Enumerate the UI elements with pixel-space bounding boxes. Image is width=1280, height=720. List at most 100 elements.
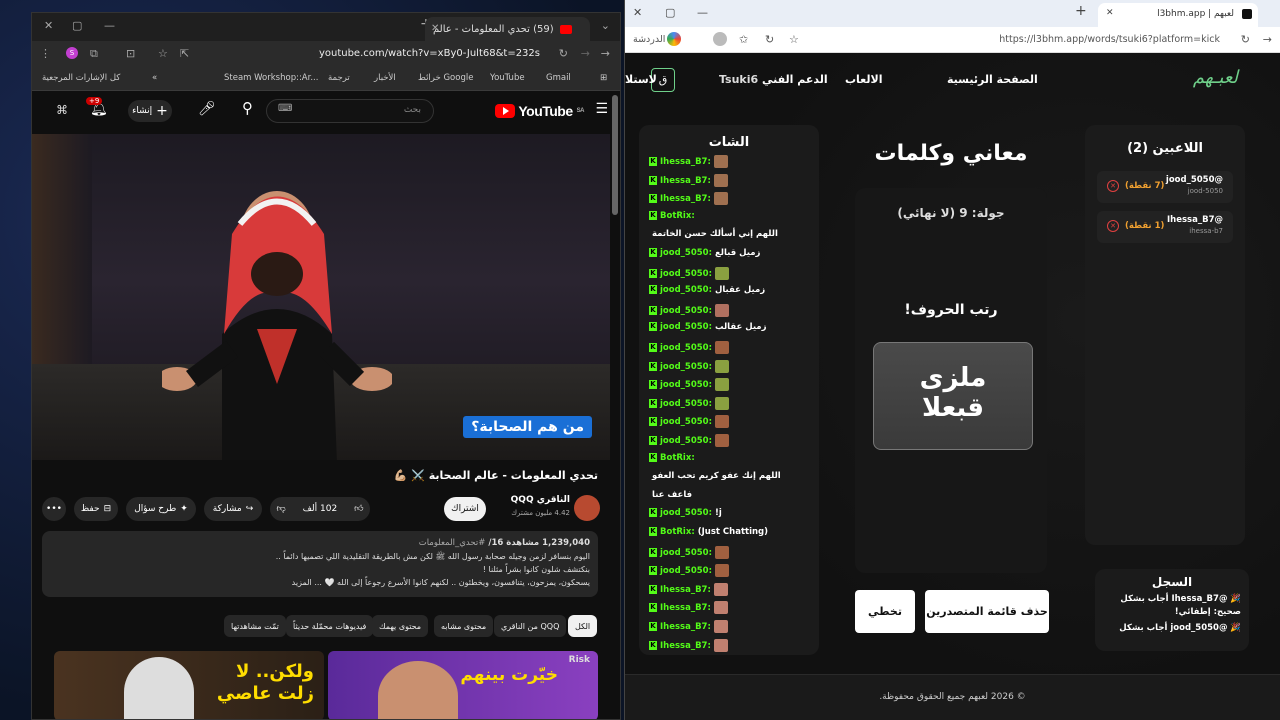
assistant-icon[interactable] [667, 32, 681, 46]
chip-for-you[interactable]: محتوى يهمك [372, 615, 429, 637]
youtube-logo[interactable]: YouTube SA [495, 103, 585, 119]
site-brand[interactable]: لعبـهم [1193, 67, 1238, 88]
nav-home[interactable]: الصفحة الرئيسية [947, 73, 1038, 86]
forward-icon[interactable]: → [581, 47, 590, 60]
chat-button[interactable]: الدردشة [633, 34, 665, 45]
chat-message: فاعف عنا [649, 490, 813, 506]
page-scrollbar[interactable] [612, 95, 618, 215]
chat-username[interactable]: BotRix: [660, 453, 695, 463]
chip-similar[interactable]: محتوى مشابه [434, 615, 494, 637]
channel-name[interactable]: الناقري QQQ [498, 495, 570, 505]
chip-recent[interactable]: فيديوهات محمّلة حديثاً [286, 615, 374, 637]
chip-watched[interactable]: تمّت مشاهدتها [224, 615, 286, 637]
back-icon[interactable]: → [1263, 33, 1272, 46]
bookmark-news[interactable]: الأخبار [374, 73, 396, 83]
chat-username[interactable]: jood_5050: [660, 436, 712, 446]
apps-grid-icon[interactable]: ⊞ [600, 73, 607, 83]
recommended-video-1[interactable]: ولكن.. لا زلت عاصي [54, 651, 324, 719]
kick-player-icon[interactable]: ✕ [1107, 220, 1119, 232]
chat-username[interactable]: Ihessa_B7: [660, 603, 711, 613]
profile-avatar[interactable]: S [66, 47, 78, 59]
favorites-icon[interactable]: ✩ [739, 33, 748, 46]
chip-all[interactable]: الكل [568, 615, 598, 637]
chat-username[interactable]: jood_5050: [660, 417, 712, 427]
back-icon[interactable]: → [601, 47, 610, 60]
chevron-down-icon[interactable]: ⌄ [601, 19, 610, 32]
bookmarks-overflow-icon[interactable]: « [152, 73, 157, 83]
skip-button[interactable]: تخطي [855, 590, 915, 633]
minimize-icon[interactable]: — [104, 19, 115, 32]
recommended-video-2[interactable]: خيّرت بينهم Risk [328, 651, 598, 719]
chat-username[interactable]: BotRix: [660, 211, 695, 221]
bookmark-star-icon[interactable]: ☆ [158, 47, 168, 60]
dislike-icon[interactable]: 👎︎ [277, 504, 286, 514]
tab-search-icon[interactable]: ⊡ [126, 47, 135, 60]
url-field[interactable]: https://l3bhm.app/words/tsuki6?platform=… [999, 34, 1220, 45]
refresh-icon[interactable]: ↻ [765, 33, 774, 46]
search-icon[interactable]: ⚲ [242, 99, 253, 117]
chat-username[interactable]: jood_5050: [660, 362, 712, 372]
chat-username[interactable]: jood_5050: [660, 566, 712, 576]
profile-icon[interactable] [713, 32, 727, 46]
star-icon[interactable]: ☆ [789, 33, 799, 46]
bookmark-steam[interactable]: Steam Workshop::Ar... [224, 73, 318, 83]
like-icon[interactable]: 👍︎ [354, 504, 363, 514]
mic-icon[interactable]: 🎤︎ [198, 101, 216, 117]
subscribe-button[interactable]: اشتراك [444, 497, 486, 521]
save-button[interactable]: ⊟ حفظ [74, 497, 118, 521]
bookmark-gmail[interactable]: Gmail [546, 73, 571, 83]
extensions-icon[interactable]: ⧉ [90, 47, 98, 61]
minimize-icon[interactable]: — [697, 6, 708, 19]
more-actions-button[interactable]: ••• [42, 497, 66, 521]
chat-username[interactable]: BotRix: [660, 527, 695, 537]
tab-youtube[interactable]: (59) تحدي المعلومات - عالم ✕ [425, 17, 590, 41]
close-window-icon[interactable]: ✕ [44, 19, 53, 32]
chat-username[interactable]: jood_5050: [660, 548, 712, 558]
video-player[interactable]: من هم الصحابة؟ [32, 134, 610, 460]
share-button[interactable]: ↪ مشاركة [204, 497, 262, 521]
nav-login[interactable]: لاستلا [625, 73, 657, 86]
chip-from-channel[interactable]: من الناقري QQQ [494, 615, 567, 637]
tab-l3bhm[interactable]: لعبهم | l3bhm.app ✕ [1098, 3, 1258, 27]
chat-username[interactable]: jood_5050: [660, 380, 712, 390]
menu-dots-icon[interactable]: ⋮ [40, 47, 51, 60]
nav-games[interactable]: الالعاب [845, 73, 883, 86]
bookmark-all[interactable]: كل الإشارات المرجعية [42, 73, 120, 83]
hamburger-menu-icon[interactable]: ☰ [595, 101, 608, 117]
reload-icon[interactable]: ↻ [559, 47, 568, 60]
chat-username[interactable]: Ihessa_B7: [660, 194, 711, 204]
kick-player-icon[interactable]: ✕ [1107, 180, 1119, 192]
chat-username[interactable]: jood_5050: [660, 322, 712, 332]
maximize-icon[interactable]: ▢ [665, 6, 675, 19]
reload-icon[interactable]: ↻ [1241, 33, 1250, 46]
close-tab-icon[interactable]: ✕ [1106, 8, 1114, 18]
url-field[interactable]: youtube.com/watch?v=xBy0-Jult68&t=232s [182, 45, 560, 63]
chat-username[interactable]: jood_5050: [660, 399, 712, 409]
chat-username[interactable]: Ihessa_B7: [660, 585, 711, 595]
channel-icon[interactable]: ⌘ [56, 103, 68, 117]
chat-username[interactable]: jood_5050: [660, 508, 712, 518]
channel-avatar[interactable] [574, 495, 600, 521]
create-button[interactable]: إنشاء + [128, 100, 172, 122]
chat-username[interactable]: Ihessa_B7: [660, 622, 711, 632]
close-window-icon[interactable]: ✕ [633, 6, 642, 19]
bookmark-maps[interactable]: خرائط Google [418, 73, 473, 83]
chat-username[interactable]: Ihessa_B7: [660, 176, 711, 186]
maximize-icon[interactable]: ▢ [72, 19, 82, 32]
chat-username[interactable]: Ihessa_B7: [660, 641, 711, 651]
keyboard-icon[interactable]: ⌨ [278, 103, 292, 114]
description-box[interactable]: 1,239,040 مشاهدة 16/ #تحدي_المعلومات الي… [42, 531, 598, 597]
new-tab-icon[interactable]: + [1075, 3, 1087, 19]
ask-button[interactable]: ✦ طرح سؤال [126, 497, 196, 521]
close-tab-icon[interactable]: ✕ [431, 23, 439, 34]
chat-username[interactable]: jood_5050: [660, 285, 712, 295]
chat-username[interactable]: jood_5050: [660, 343, 712, 353]
bookmark-youtube[interactable]: YouTube [490, 73, 525, 83]
bookmark-translate[interactable]: ترجمة [328, 73, 350, 83]
chat-username[interactable]: jood_5050: [660, 269, 712, 279]
chat-username[interactable]: jood_5050: [660, 306, 712, 316]
chat-username[interactable]: jood_5050: [660, 248, 712, 258]
chat-username[interactable]: Ihessa_B7: [660, 157, 711, 167]
clear-leaderboard-button[interactable]: حذف قائمة المتصدرين [925, 590, 1049, 633]
nav-support[interactable]: الدعم الفني Tsuki6 [719, 73, 828, 86]
